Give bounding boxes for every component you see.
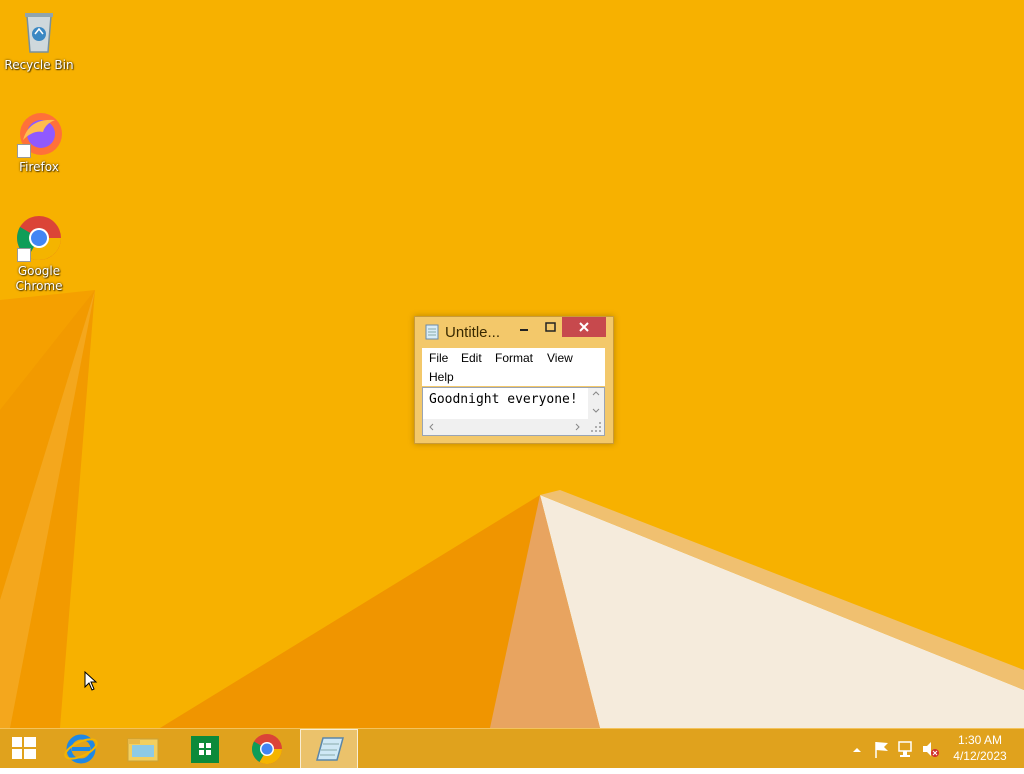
notepad-icon xyxy=(425,324,439,340)
chrome-icon xyxy=(15,214,63,262)
firefox-icon xyxy=(15,110,63,158)
shortcut-arrow-icon xyxy=(17,248,31,262)
taskbar-clock[interactable]: 1:30 AM 4/12/2023 xyxy=(944,732,1016,764)
menu-file[interactable]: File xyxy=(429,351,448,365)
shortcut-arrow-icon xyxy=(17,144,31,158)
desktop: Recycle Bin Firefox Google Chrome Untitl… xyxy=(0,0,1024,728)
minimize-button[interactable] xyxy=(511,317,537,337)
maximize-button[interactable] xyxy=(537,317,563,337)
resize-grip-icon[interactable] xyxy=(588,419,604,435)
show-hidden-icons-chevron[interactable] xyxy=(848,729,866,769)
chrome-icon xyxy=(251,734,282,765)
network-icon[interactable] xyxy=(896,729,918,769)
desktop-icon-label: Google Chrome xyxy=(15,264,63,293)
internet-explorer-icon xyxy=(64,734,98,764)
menu-view[interactable]: View xyxy=(547,351,573,365)
horizontal-scrollbar[interactable] xyxy=(423,419,588,435)
file-explorer-icon xyxy=(127,738,159,762)
volume-muted-icon[interactable] xyxy=(920,729,942,769)
recycle-bin-icon xyxy=(15,8,63,56)
clock-date: 4/12/2023 xyxy=(953,749,1007,763)
taskbar-notepad[interactable] xyxy=(300,729,358,769)
desktop-icon-label: Firefox xyxy=(19,160,59,174)
taskbar xyxy=(0,728,1024,769)
mouse-cursor-icon xyxy=(84,671,98,691)
menu-bar: File Edit Format View Help xyxy=(422,348,605,386)
menu-format[interactable]: Format xyxy=(495,351,533,365)
desktop-icon-google-chrome[interactable]: Google Chrome xyxy=(2,214,76,294)
text-editor[interactable]: Goodnight everyone! xyxy=(422,387,605,436)
title-bar[interactable]: Untitle... xyxy=(415,317,613,347)
taskbar-chrome[interactable] xyxy=(238,729,296,769)
vertical-scrollbar[interactable] xyxy=(588,388,604,419)
notepad-icon xyxy=(316,737,344,761)
taskbar-file-explorer[interactable] xyxy=(114,729,172,769)
taskbar-store[interactable] xyxy=(176,729,234,769)
taskbar-internet-explorer[interactable] xyxy=(52,729,110,769)
menu-help[interactable]: Help xyxy=(429,370,454,384)
editor-content: Goodnight everyone! xyxy=(429,392,578,407)
desktop-icon-firefox[interactable]: Firefox xyxy=(2,110,76,175)
maximize-icon xyxy=(545,322,556,332)
windows-logo-icon xyxy=(12,737,36,759)
notepad-window[interactable]: Untitle... File Edit Format View Help Go… xyxy=(414,316,614,444)
desktop-icon-label: Recycle Bin xyxy=(4,58,74,72)
minimize-icon xyxy=(520,329,528,331)
menu-edit[interactable]: Edit xyxy=(461,351,482,365)
action-center-flag-icon[interactable] xyxy=(870,729,894,769)
store-icon xyxy=(191,736,219,763)
close-icon xyxy=(579,322,589,332)
start-button[interactable] xyxy=(0,729,48,769)
clock-time: 1:30 AM xyxy=(957,733,1003,747)
window-title: Untitle... xyxy=(445,324,501,341)
desktop-icon-recycle-bin[interactable]: Recycle Bin xyxy=(2,8,76,73)
close-button[interactable] xyxy=(562,317,606,337)
